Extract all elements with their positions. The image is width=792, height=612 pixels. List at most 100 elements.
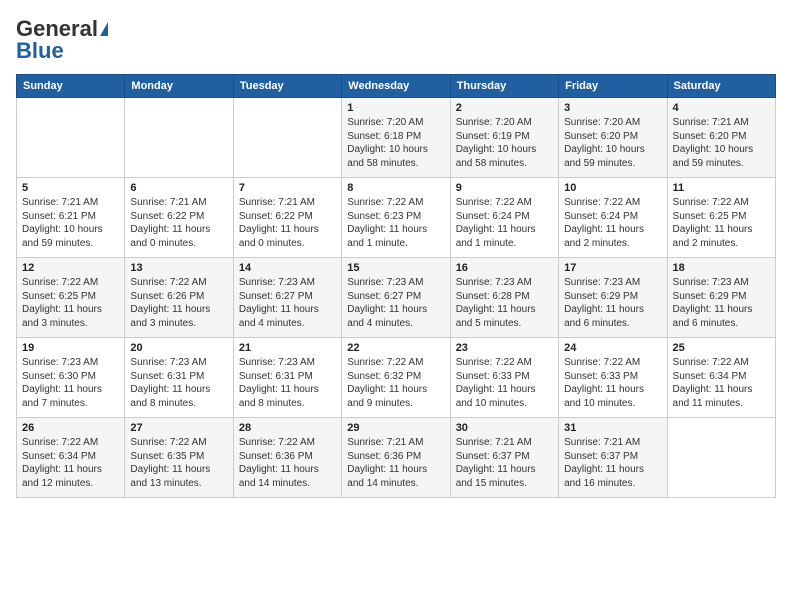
day-info: Sunrise: 7:22 AM Sunset: 6:23 PM Dayligh…: [347, 196, 444, 250]
day-number: 26: [22, 422, 119, 434]
day-number: 6: [130, 182, 227, 194]
week-row-1: 1 Sunrise: 7:20 AM Sunset: 6:18 PM Daylig…: [17, 98, 776, 178]
calendar-cell: 1 Sunrise: 7:20 AM Sunset: 6:18 PM Daylig…: [342, 98, 450, 178]
day-number: 7: [239, 182, 336, 194]
calendar-cell: 17Sunrise: 7:23 AM Sunset: 6:29 PM Dayli…: [559, 258, 667, 338]
calendar-cell: 20 Sunrise: 7:23 AM Sunset: 6:31 PM Dayli…: [125, 338, 233, 418]
calendar-cell: 14 Sunrise: 7:23 AM Sunset: 6:27 PM Dayli…: [233, 258, 341, 338]
calendar-cell: 22 Sunrise: 7:22 AM Sunset: 6:32 PM Dayli…: [342, 338, 450, 418]
calendar-cell: 3Sunrise: 7:20 AM Sunset: 6:20 PM Daylig…: [559, 98, 667, 178]
day-info: Sunrise: 7:22 AM Sunset: 6:36 PM Dayligh…: [239, 436, 336, 490]
week-row-2: 5 Sunrise: 7:21 AM Sunset: 6:21 PM Daylig…: [17, 178, 776, 258]
calendar-cell: [125, 98, 233, 178]
day-number: 2: [456, 102, 553, 114]
calendar-cell: 25 Sunrise: 7:22 AM Sunset: 6:34 PM Dayli…: [667, 338, 775, 418]
calendar-cell: 30 Sunrise: 7:21 AM Sunset: 6:37 PM Dayli…: [450, 418, 558, 498]
day-info: Sunrise: 7:21 AM Sunset: 6:37 PM Dayligh…: [456, 436, 553, 490]
day-number: 12: [22, 262, 119, 274]
day-number: 25: [673, 342, 770, 354]
week-row-3: 12 Sunrise: 7:22 AM Sunset: 6:25 PM Dayli…: [17, 258, 776, 338]
day-info: Sunrise: 7:23 AM Sunset: 6:31 PM Dayligh…: [130, 356, 227, 410]
day-number: 14: [239, 262, 336, 274]
day-info: Sunrise: 7:22 AM Sunset: 6:32 PM Dayligh…: [347, 356, 444, 410]
calendar-cell: 7 Sunrise: 7:21 AM Sunset: 6:22 PM Daylig…: [233, 178, 341, 258]
calendar-header: SundayMondayTuesdayWednesdayThursdayFrid…: [17, 75, 776, 98]
calendar-cell: 31Sunrise: 7:21 AM Sunset: 6:37 PM Dayli…: [559, 418, 667, 498]
calendar-cell: 23Sunrise: 7:22 AM Sunset: 6:33 PM Dayli…: [450, 338, 558, 418]
day-info: Sunrise: 7:23 AM Sunset: 6:29 PM Dayligh…: [673, 276, 770, 330]
day-info: Sunrise: 7:21 AM Sunset: 6:37 PM Dayligh…: [564, 436, 661, 490]
day-info: Sunrise: 7:22 AM Sunset: 6:24 PM Dayligh…: [456, 196, 553, 250]
day-number: 5: [22, 182, 119, 194]
day-number: 24: [564, 342, 661, 354]
day-info: Sunrise: 7:23 AM Sunset: 6:27 PM Dayligh…: [347, 276, 444, 330]
day-info: Sunrise: 7:22 AM Sunset: 6:26 PM Dayligh…: [130, 276, 227, 330]
calendar-cell: 2 Sunrise: 7:20 AM Sunset: 6:19 PM Daylig…: [450, 98, 558, 178]
logo-blue-text: Blue: [16, 38, 64, 64]
day-info: Sunrise: 7:21 AM Sunset: 6:22 PM Dayligh…: [130, 196, 227, 250]
day-info: Sunrise: 7:20 AM Sunset: 6:19 PM Dayligh…: [456, 116, 553, 170]
calendar-cell: [667, 418, 775, 498]
header-day-monday: Monday: [125, 75, 233, 98]
day-info: Sunrise: 7:22 AM Sunset: 6:34 PM Dayligh…: [673, 356, 770, 410]
day-info: Sunrise: 7:22 AM Sunset: 6:25 PM Dayligh…: [673, 196, 770, 250]
calendar-cell: 21Sunrise: 7:23 AM Sunset: 6:31 PM Dayli…: [233, 338, 341, 418]
logo: General Blue: [16, 16, 108, 64]
day-info: Sunrise: 7:22 AM Sunset: 6:25 PM Dayligh…: [22, 276, 119, 330]
day-info: Sunrise: 7:22 AM Sunset: 6:24 PM Dayligh…: [564, 196, 661, 250]
day-number: 22: [347, 342, 444, 354]
logo-triangle-icon: [100, 22, 108, 36]
calendar-cell: 10 Sunrise: 7:22 AM Sunset: 6:24 PM Dayli…: [559, 178, 667, 258]
header-day-tuesday: Tuesday: [233, 75, 341, 98]
day-info: Sunrise: 7:22 AM Sunset: 6:35 PM Dayligh…: [130, 436, 227, 490]
day-number: 16: [456, 262, 553, 274]
week-row-4: 19 Sunrise: 7:23 AM Sunset: 6:30 PM Dayli…: [17, 338, 776, 418]
calendar-cell: 11Sunrise: 7:22 AM Sunset: 6:25 PM Dayli…: [667, 178, 775, 258]
calendar-cell: [233, 98, 341, 178]
day-number: 9: [456, 182, 553, 194]
day-info: Sunrise: 7:21 AM Sunset: 6:21 PM Dayligh…: [22, 196, 119, 250]
day-number: 28: [239, 422, 336, 434]
day-number: 27: [130, 422, 227, 434]
calendar-cell: 18 Sunrise: 7:23 AM Sunset: 6:29 PM Dayli…: [667, 258, 775, 338]
page-header: General Blue: [16, 16, 776, 64]
calendar-cell: 15 Sunrise: 7:23 AM Sunset: 6:27 PM Dayli…: [342, 258, 450, 338]
day-number: 20: [130, 342, 227, 354]
day-number: 29: [347, 422, 444, 434]
calendar-cell: 16Sunrise: 7:23 AM Sunset: 6:28 PM Dayli…: [450, 258, 558, 338]
calendar-cell: 4Sunrise: 7:21 AM Sunset: 6:20 PM Daylig…: [667, 98, 775, 178]
calendar-cell: 29 Sunrise: 7:21 AM Sunset: 6:36 PM Dayli…: [342, 418, 450, 498]
calendar-cell: 28 Sunrise: 7:22 AM Sunset: 6:36 PM Dayli…: [233, 418, 341, 498]
day-number: 18: [673, 262, 770, 274]
header-day-wednesday: Wednesday: [342, 75, 450, 98]
day-info: Sunrise: 7:21 AM Sunset: 6:22 PM Dayligh…: [239, 196, 336, 250]
day-number: 10: [564, 182, 661, 194]
day-number: 30: [456, 422, 553, 434]
header-day-sunday: Sunday: [17, 75, 125, 98]
day-number: 1: [347, 102, 444, 114]
calendar-body: 1 Sunrise: 7:20 AM Sunset: 6:18 PM Daylig…: [17, 98, 776, 498]
day-info: Sunrise: 7:20 AM Sunset: 6:18 PM Dayligh…: [347, 116, 444, 170]
day-number: 15: [347, 262, 444, 274]
header-day-friday: Friday: [559, 75, 667, 98]
calendar-cell: 12 Sunrise: 7:22 AM Sunset: 6:25 PM Dayli…: [17, 258, 125, 338]
day-info: Sunrise: 7:23 AM Sunset: 6:31 PM Dayligh…: [239, 356, 336, 410]
day-info: Sunrise: 7:21 AM Sunset: 6:20 PM Dayligh…: [673, 116, 770, 170]
calendar-cell: 24Sunrise: 7:22 AM Sunset: 6:33 PM Dayli…: [559, 338, 667, 418]
calendar-cell: 6 Sunrise: 7:21 AM Sunset: 6:22 PM Daylig…: [125, 178, 233, 258]
calendar-cell: 19 Sunrise: 7:23 AM Sunset: 6:30 PM Dayli…: [17, 338, 125, 418]
day-number: 8: [347, 182, 444, 194]
day-number: 17: [564, 262, 661, 274]
calendar-cell: 8 Sunrise: 7:22 AM Sunset: 6:23 PM Daylig…: [342, 178, 450, 258]
header-day-saturday: Saturday: [667, 75, 775, 98]
calendar-cell: 9 Sunrise: 7:22 AM Sunset: 6:24 PM Daylig…: [450, 178, 558, 258]
day-info: Sunrise: 7:21 AM Sunset: 6:36 PM Dayligh…: [347, 436, 444, 490]
day-number: 19: [22, 342, 119, 354]
week-row-5: 26Sunrise: 7:22 AM Sunset: 6:34 PM Dayli…: [17, 418, 776, 498]
day-number: 23: [456, 342, 553, 354]
calendar-table: SundayMondayTuesdayWednesdayThursdayFrid…: [16, 74, 776, 498]
day-info: Sunrise: 7:23 AM Sunset: 6:30 PM Dayligh…: [22, 356, 119, 410]
day-info: Sunrise: 7:23 AM Sunset: 6:27 PM Dayligh…: [239, 276, 336, 330]
day-number: 3: [564, 102, 661, 114]
day-number: 13: [130, 262, 227, 274]
